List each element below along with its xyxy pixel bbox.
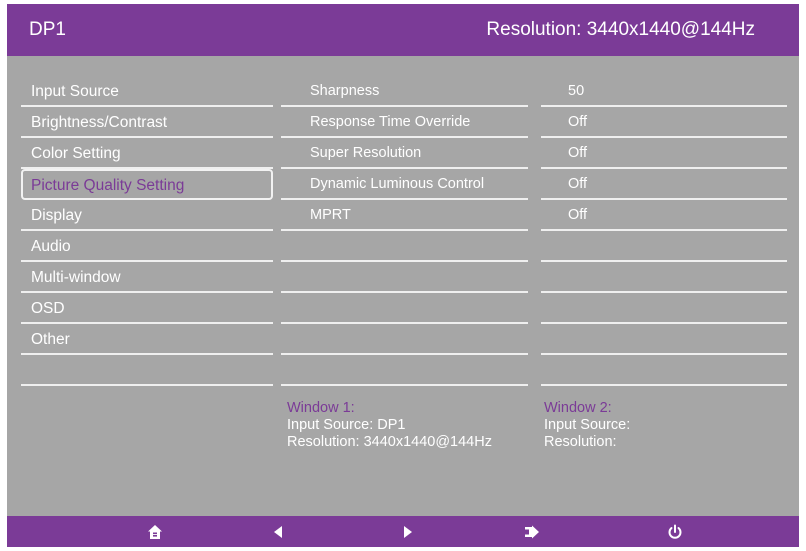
menu-item-picture-quality-setting[interactable]: Picture Quality Setting	[21, 169, 273, 200]
osd-header: DP1 Resolution: 3440x1440@144Hz	[7, 4, 799, 56]
setting-super-resolution[interactable]: Super Resolution	[281, 138, 528, 169]
power-icon	[668, 524, 682, 539]
setting-empty	[281, 231, 528, 262]
menu-item-label: Picture Quality Setting	[31, 177, 185, 194]
settings-list: Sharpness Response Time Override Super R…	[281, 76, 528, 386]
value-mprt[interactable]: Off	[541, 200, 787, 231]
window-2-title: Window 2:	[544, 400, 612, 416]
menu-item-label: Input Source	[31, 83, 119, 100]
input-source-label: DP1	[29, 19, 66, 40]
setting-value: Off	[568, 145, 588, 161]
value-dynamic-luminous-control[interactable]: Off	[541, 169, 787, 200]
setting-label: Response Time Override	[310, 114, 471, 130]
value-empty	[541, 231, 787, 262]
setting-sharpness[interactable]: Sharpness	[281, 76, 528, 107]
window-2-info: Window 2: Input Source: Resolution:	[544, 400, 630, 451]
value-empty	[541, 262, 787, 293]
value-empty	[541, 324, 787, 355]
setting-empty	[281, 324, 528, 355]
left-button[interactable]	[258, 516, 298, 547]
setting-value: Off	[568, 176, 588, 192]
setting-mprt[interactable]: MPRT	[281, 200, 528, 231]
values-list: 50 Off Off Off Off	[541, 76, 787, 386]
menu-item-osd[interactable]: OSD	[21, 293, 273, 324]
setting-label: Sharpness	[310, 83, 380, 99]
setting-value: Off	[568, 114, 588, 130]
main-menu: Input Source Brightness/Contrast Color S…	[21, 76, 273, 386]
setting-label: Super Resolution	[310, 145, 422, 161]
osd-footer	[7, 516, 799, 547]
menu-item-input-source[interactable]: Input Source	[21, 76, 273, 107]
menu-item-multi-window[interactable]: Multi-window	[21, 262, 273, 293]
window-1-input-source: Input Source: DP1	[287, 417, 406, 433]
menu-item-audio[interactable]: Audio	[21, 231, 273, 262]
resolution-label: Resolution: 3440x1440@144Hz	[486, 19, 755, 40]
setting-value: Off	[568, 207, 588, 223]
value-empty	[541, 355, 787, 386]
setting-empty	[281, 293, 528, 324]
window-2-resolution: Resolution:	[544, 434, 617, 450]
menu-item-brightness-contrast[interactable]: Brightness/Contrast	[21, 107, 273, 138]
right-arrow-icon	[404, 525, 412, 538]
left-arrow-icon	[274, 525, 282, 538]
menu-item-label: Display	[31, 207, 82, 224]
osd-menu: DP1 Resolution: 3440x1440@144Hz Input So…	[7, 4, 799, 547]
menu-item-empty	[21, 355, 273, 386]
value-response-time-override[interactable]: Off	[541, 107, 787, 138]
menu-item-display[interactable]: Display	[21, 200, 273, 231]
setting-dynamic-luminous-control[interactable]: Dynamic Luminous Control	[281, 169, 528, 200]
exit-icon	[525, 525, 539, 538]
menu-item-label: Color Setting	[31, 145, 121, 162]
exit-button[interactable]	[512, 516, 552, 547]
setting-response-time-override[interactable]: Response Time Override	[281, 107, 528, 138]
menu-item-other[interactable]: Other	[21, 324, 273, 355]
setting-label: Dynamic Luminous Control	[310, 176, 485, 192]
window-1-resolution: Resolution: 3440x1440@144Hz	[287, 434, 492, 450]
setting-label: MPRT	[310, 207, 351, 223]
menu-item-label: Audio	[31, 238, 71, 255]
setting-empty	[281, 355, 528, 386]
menu-item-label: OSD	[31, 300, 65, 317]
home-button[interactable]	[135, 516, 175, 547]
menu-item-label: Other	[31, 331, 70, 348]
power-button[interactable]	[655, 516, 695, 547]
home-icon	[148, 524, 162, 539]
value-empty	[541, 293, 787, 324]
value-super-resolution[interactable]: Off	[541, 138, 787, 169]
menu-item-color-setting[interactable]: Color Setting	[21, 138, 273, 169]
window-2-input-source: Input Source:	[544, 417, 631, 433]
menu-item-label: Brightness/Contrast	[31, 114, 168, 131]
window-1-title: Window 1:	[287, 400, 355, 416]
setting-value: 50	[568, 83, 585, 99]
window-1-info: Window 1: Input Source: DP1 Resolution: …	[287, 400, 492, 451]
menu-item-label: Multi-window	[31, 269, 121, 286]
value-sharpness[interactable]: 50	[541, 76, 787, 107]
right-button[interactable]	[388, 516, 428, 547]
setting-empty	[281, 262, 528, 293]
